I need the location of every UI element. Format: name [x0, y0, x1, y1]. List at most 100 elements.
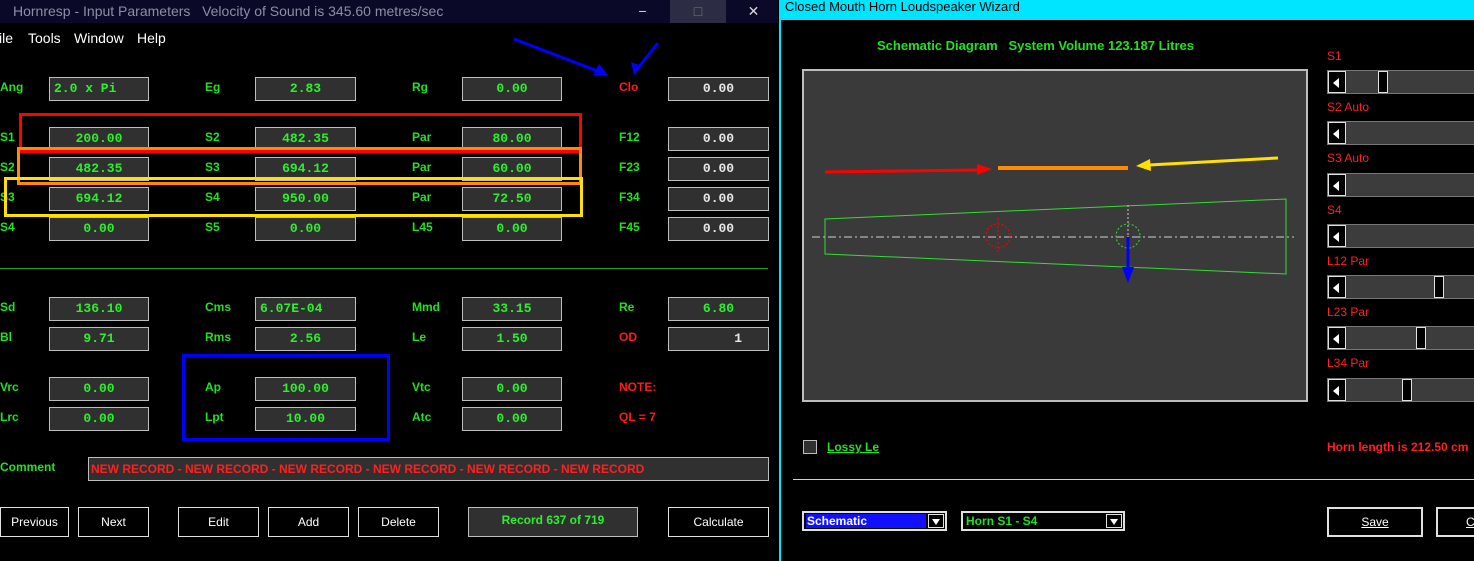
minimize-button[interactable]: − [620, 0, 665, 23]
section-divider [793, 479, 1474, 480]
previous-button[interactable]: Previous [0, 507, 69, 537]
slider-thumb[interactable] [1416, 327, 1426, 349]
param-field[interactable]: 0.00 [462, 377, 562, 401]
menu-window[interactable]: Window [74, 30, 124, 46]
param-field[interactable]: 0.00 [668, 187, 769, 211]
lossy-le-checkbox[interactable] [803, 440, 817, 454]
comment-label: Comment [0, 460, 56, 474]
close-button[interactable]: ✕ [731, 0, 776, 23]
red-arrowhead [977, 164, 992, 175]
menu-file[interactable]: ile [0, 30, 13, 46]
slider-thumb[interactable] [1378, 71, 1388, 93]
param-label: F12 [619, 130, 640, 144]
param-field[interactable]: 0.00 [668, 217, 769, 241]
slider-left-arrow[interactable] [1328, 71, 1346, 93]
param-field[interactable]: 1 [668, 327, 769, 351]
param-field[interactable]: 0.00 [668, 77, 769, 101]
slider-left-arrow[interactable] [1328, 122, 1346, 144]
param-field[interactable]: 136.10 [49, 297, 149, 321]
red-arrow [824, 168, 980, 174]
param-label: Le [412, 330, 427, 344]
param-field[interactable]: 2.0 x Pi [49, 77, 149, 101]
menu-help[interactable]: Help [137, 30, 166, 46]
param-label: F23 [619, 160, 640, 174]
slider-thumb[interactable] [1402, 379, 1412, 401]
param-label: S2 [0, 160, 15, 174]
param-label: F34 [619, 190, 640, 204]
param-field[interactable]: 0.00 [668, 127, 769, 151]
slider-l34[interactable] [1327, 378, 1474, 402]
param-label: Re [619, 300, 635, 314]
slider-label: S2 Auto [1327, 100, 1370, 114]
annotation-arrows [513, 37, 660, 75]
param-label: F45 [619, 220, 640, 234]
highlight-box-blue [182, 354, 390, 441]
maximize-button[interactable]: □ [670, 0, 726, 23]
param-label: Rg [412, 80, 428, 94]
horn-length: Horn length is 212.50 cm [1327, 440, 1469, 454]
horn-select[interactable]: Horn S1 - S4 [961, 511, 1125, 531]
slider-left-arrow[interactable] [1328, 225, 1346, 247]
slider-l12[interactable] [1327, 275, 1474, 299]
param-label: Ang [0, 80, 24, 94]
param-field[interactable]: 0.00 [462, 407, 562, 431]
param-label: Atc [412, 410, 432, 424]
slider-s1[interactable] [1327, 70, 1474, 94]
chevron-down-icon[interactable] [1106, 514, 1122, 528]
ql-note: QL = 7 [619, 410, 656, 424]
lossy-le-label[interactable]: Lossy Le [827, 440, 879, 454]
param-field[interactable]: 33.15 [462, 297, 562, 321]
slider-thumb[interactable] [1434, 276, 1444, 298]
schematic-title: Schematic Diagram System Volume 123.187 … [877, 38, 1194, 53]
param-label: S5 [205, 220, 220, 234]
delete-button[interactable]: Delete [358, 507, 439, 537]
hornresp-window: Hornresp - Input Parameters Velocity of … [0, 0, 778, 561]
param-field[interactable]: 0.00 [49, 407, 149, 431]
param-field[interactable]: 0.00 [462, 217, 562, 241]
arrow-line [636, 42, 660, 69]
slider-label: S4 [1327, 203, 1342, 217]
param-field[interactable]: 6.80 [668, 297, 769, 321]
edit-button[interactable]: Edit [178, 507, 259, 537]
param-field[interactable]: 2.83 [255, 77, 356, 101]
blue-arrowhead [1122, 267, 1134, 283]
slider-s2[interactable] [1327, 121, 1474, 145]
view-select[interactable]: Schematic [802, 511, 947, 531]
slider-left-arrow[interactable] [1328, 327, 1346, 349]
slider-label: L12 Par [1327, 254, 1370, 268]
menu-tools[interactable]: Tools [28, 30, 61, 46]
slider-left-arrow[interactable] [1328, 174, 1346, 196]
calculate-button[interactable]: Calculate [668, 507, 769, 537]
horn-schematic [812, 156, 1294, 283]
param-field[interactable]: 2.56 [255, 327, 356, 351]
comment-field[interactable]: NEW RECORD - NEW RECORD - NEW RECORD - N… [88, 457, 769, 481]
param-field[interactable]: 0.00 [49, 377, 149, 401]
schematic-panel [802, 69, 1308, 402]
yellow-arrowhead [1136, 159, 1151, 171]
next-button[interactable]: Next [78, 507, 149, 537]
wizard-window: Closed Mouth Horn Loudspeaker Wizard Sch… [779, 0, 1474, 561]
param-field[interactable]: 6.07E-04 [255, 297, 356, 321]
param-field[interactable]: 9.71 [49, 327, 149, 351]
param-field[interactable]: 0.00 [255, 217, 356, 241]
chevron-down-icon[interactable] [928, 514, 944, 528]
param-field[interactable]: 0.00 [668, 157, 769, 181]
param-field[interactable]: 0.00 [49, 217, 149, 241]
highlight-box-yellow [4, 177, 583, 217]
slider-s3[interactable] [1327, 173, 1474, 197]
cancel-button[interactable]: Ca [1436, 507, 1474, 537]
slider-left-arrow[interactable] [1328, 276, 1346, 298]
horn-select-value: Horn S1 - S4 [966, 514, 1038, 528]
param-label: Vrc [0, 380, 19, 394]
slider-left-arrow[interactable] [1328, 379, 1346, 401]
param-label: S4 [0, 220, 15, 234]
param-label: Lrc [0, 410, 19, 424]
slider-l23[interactable] [1327, 326, 1474, 350]
save-button[interactable]: Save [1327, 507, 1423, 537]
record-indicator: Record 637 of 719 [468, 507, 638, 537]
param-field[interactable]: 1.50 [462, 327, 562, 351]
slider-s4[interactable] [1327, 224, 1474, 248]
add-button[interactable]: Add [268, 507, 349, 537]
title-bar: Closed Mouth Horn Loudspeaker Wizard [781, 0, 1474, 20]
param-label: Rms [205, 330, 232, 344]
